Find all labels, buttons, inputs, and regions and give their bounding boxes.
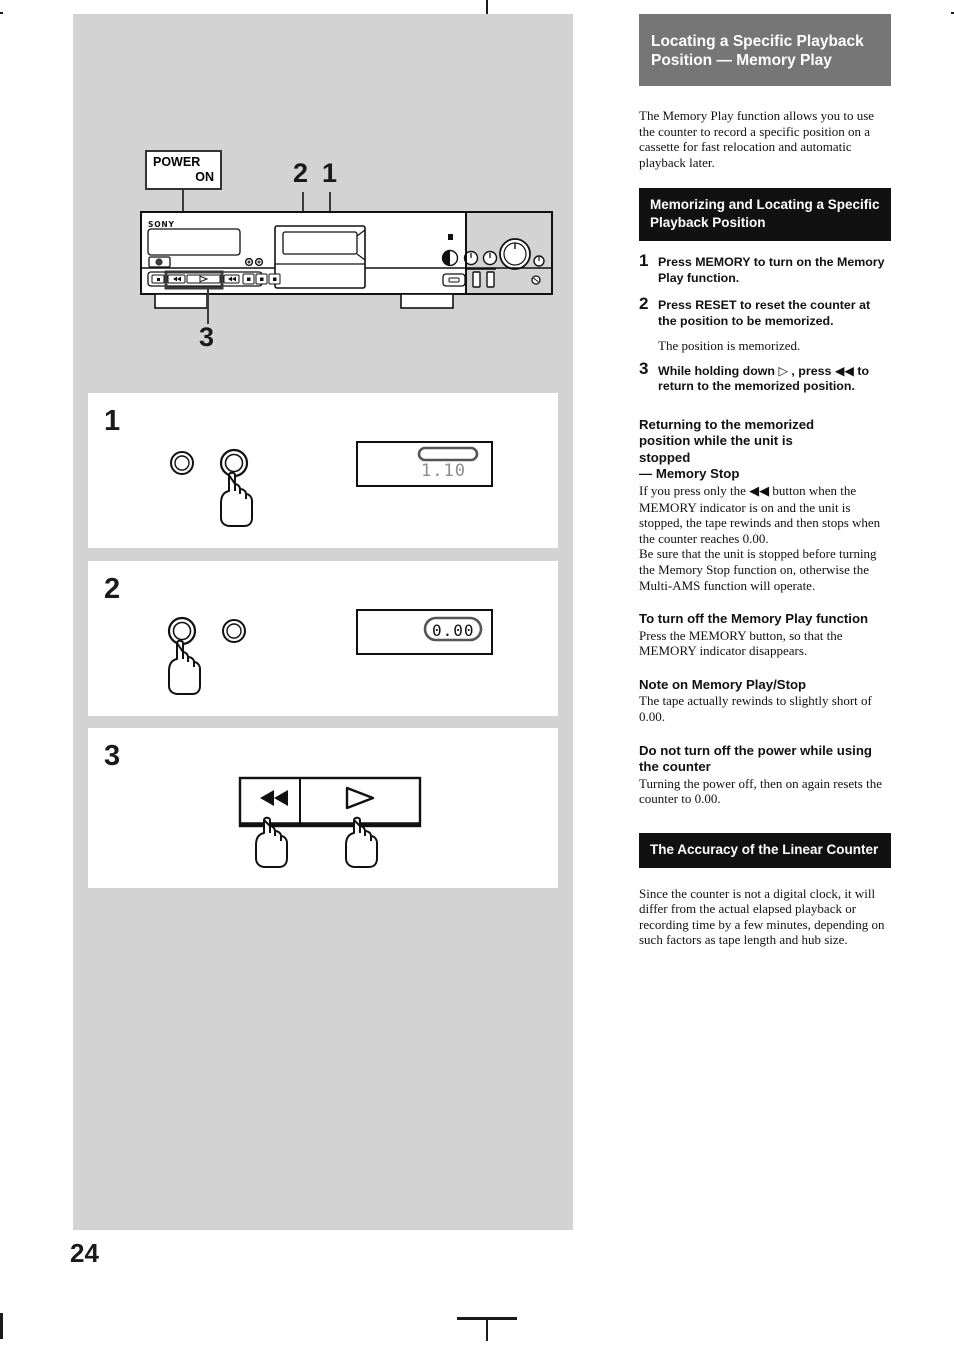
memory-stop-heading-line2: position while the unit is [639,433,793,449]
deck-chassis-right [465,211,553,295]
illustration-column: POWER ON 2 1 SONY 3 1 1.10 2 0.00 3 [73,14,573,1230]
step-panel-1: 1 1.10 [88,393,558,548]
step-1-counter-readout: 1.10 [417,446,479,481]
section-header-accuracy: The Accuracy of the Linear Counter [639,832,891,868]
leader-line-3 [207,288,209,324]
procedure-step-3: 3 While holding down ▷ , press ◀◀ to ret… [639,358,891,395]
procedure-step-3-text-prefix: While holding down [658,363,779,378]
section-header-memorizing: Memorizing and Locating a Specific Playb… [639,188,891,242]
memory-stop-body-part1: If you press only the [639,482,750,498]
memory-stop-body-1: If you press only the ◀◀ button when the… [639,483,891,546]
step-panel-3: 3 [88,728,558,888]
procedure-note: The position is memorized. [658,338,801,354]
step-panel-2: 2 0.00 [88,561,558,716]
play-icon: ▷ [778,362,788,378]
subsection-body-power-warning: Turning the power off, then on again res… [639,775,882,807]
callout-number-3: 3 [199,322,215,352]
crop-mark-left-lower [0,1313,3,1339]
rewind-icon: ◀◀ [834,362,854,378]
step-2-display: 0.00 [356,609,493,655]
subsection-heading-note: Note on Memory Play/Stop [639,676,807,692]
rewind-icon: ◀◀ [749,483,770,499]
intro-paragraph: The Memory Play function allows you to u… [639,108,875,170]
page-title: Locating a Specific Playback Position — … [639,14,891,86]
step-2-counter-value: 0.00 [432,621,475,640]
procedure-step-2: 2 Press RESET to reset the counter at th… [639,294,891,329]
procedure-step-2-text: Press RESET to reset the counter at the … [658,298,871,328]
procedure-step-1-number: 1 [639,251,649,271]
step-2-counter-readout: 0.00 [423,616,483,642]
text-column: Locating a Specific Playback Position — … [639,14,891,948]
procedure-step-3-text-middle: , press [787,363,835,378]
step-1-counter-value: 1.10 [421,461,466,481]
memory-stop-heading-line3: stopped [639,449,691,465]
procedure-step-1-text: Press MEMORY to turn on the Memory Play … [658,255,885,285]
step-3-buttons-illustration [238,776,422,868]
procedure-step-1: 1 Press MEMORY to turn on the Memory Pla… [639,251,891,286]
procedure-step-2-number: 2 [639,294,649,314]
crop-mark-bottom-vertical [486,1319,488,1341]
subsection-heading-memory-stop: Returning to the memorized position whil… [639,417,891,483]
deck-diagram: POWER ON 2 1 SONY 3 [73,14,573,384]
accuracy-body: Since the counter is not a digital clock… [639,885,885,948]
memory-stop-body-2: Be sure that the unit is stopped before … [639,546,877,593]
subsection-heading-turn-off: To turn off the Memory Play function [639,611,869,627]
procedure-step-3-number: 3 [639,358,649,378]
memory-stop-heading-line4: — Memory Stop [639,466,740,482]
page-number: 24 [70,1238,99,1268]
subsection-heading-power-warning: Do not turn off the power while using th… [639,742,872,775]
crop-mark-left-upper [0,12,3,14]
memory-stop-heading-line1: Returning to the memorized [639,416,815,432]
subsection-body-turn-off: Press the MEMORY button, so that the MEM… [639,627,843,659]
subsection-body-note: The tape actually rewinds to slightly sh… [639,693,872,724]
step-1-display: 1.10 [356,441,493,487]
